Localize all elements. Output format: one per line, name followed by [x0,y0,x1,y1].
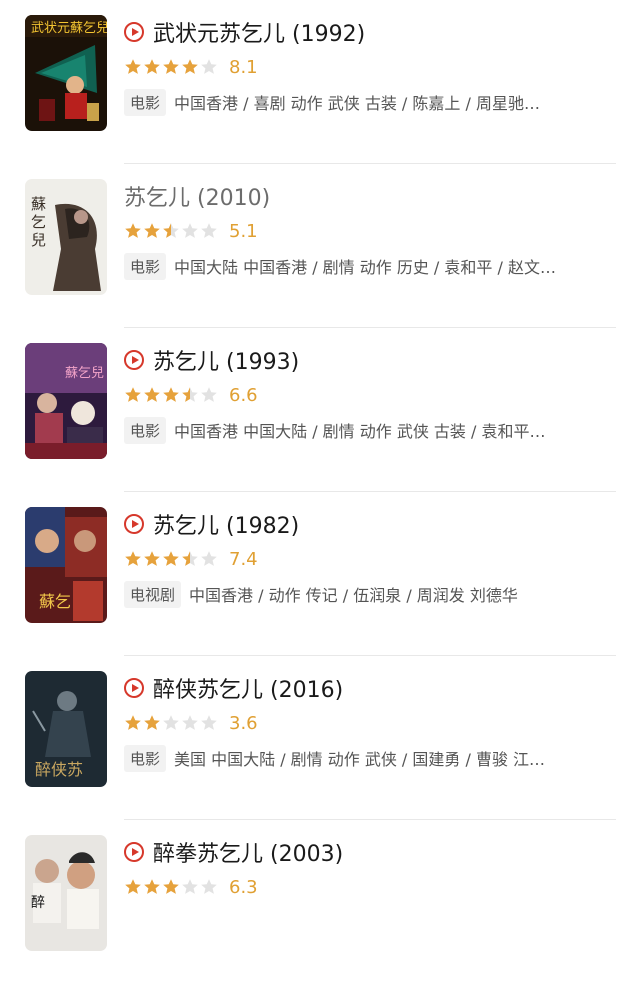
star-icon [124,550,142,568]
star-icon [181,550,199,568]
movie-title[interactable]: 醉拳苏乞儿 (2003) [153,836,343,868]
movie-list-item[interactable]: 蘇 乞 兒 苏乞儿 (2010) 5.1 电影 中国大陆 中国香港 / 剧情 动… [0,164,640,328]
star-icon [124,714,142,732]
star-icon [143,222,161,240]
star-rating [124,58,219,76]
rating-score: 8.1 [229,56,258,78]
star-icon [200,222,218,240]
star-rating [124,714,219,732]
movie-result-list: 武状元蘇乞兒 武状元苏乞儿 (1992) 8.1 电影 中国香港 / 喜剧 动作… [0,0,640,951]
movie-list-item[interactable]: 醉 醉拳苏乞儿 (2003) 6.3 [0,820,640,984]
play-icon[interactable] [124,678,144,698]
star-icon [124,878,142,896]
star-icon [162,222,180,240]
star-icon [162,714,180,732]
rating-score: 3.6 [229,712,258,734]
star-icon [181,878,199,896]
poster-image[interactable]: 醉侠苏 [25,671,107,787]
star-icon [200,878,218,896]
rating-score: 5.1 [229,220,258,242]
rating-score: 7.4 [229,548,258,570]
poster-image[interactable]: 蘇乞兒 [25,343,107,459]
star-icon [162,878,180,896]
star-icon [143,386,161,404]
poster-image[interactable]: 武状元蘇乞兒 [25,15,107,131]
star-rating [124,550,219,568]
star-icon [124,222,142,240]
star-icon [181,222,199,240]
star-icon [143,550,161,568]
poster-image[interactable]: 蘇 乞 兒 [25,179,107,295]
movie-title[interactable]: 武状元苏乞儿 (1992) [153,16,365,48]
star-icon [143,58,161,76]
type-badge: 电视剧 [124,580,182,608]
svg-text:醉: 醉 [31,895,45,911]
movie-title[interactable]: 苏乞儿 (1993) [153,344,299,376]
type-badge: 电影 [124,252,167,280]
movie-meta: 中国香港 / 动作 传记 / 伍润泉 / 周润发 刘德华 [189,586,518,605]
poster-image[interactable]: 醉 [25,835,107,951]
star-icon [162,550,180,568]
star-icon [162,58,180,76]
star-icon [124,58,142,76]
svg-text:醉侠苏: 醉侠苏 [35,760,83,779]
svg-text:乞: 乞 [31,213,46,231]
movie-meta: 中国香港 / 喜剧 动作 武侠 古装 / 陈嘉上 / 周星驰… [174,94,540,113]
svg-text:蘇乞: 蘇乞 [39,592,71,611]
star-icon [124,386,142,404]
movie-title[interactable]: 醉侠苏乞儿 (2016) [153,672,343,704]
svg-text:兒: 兒 [31,231,46,249]
type-badge: 电影 [124,744,167,772]
star-icon [143,714,161,732]
play-icon[interactable] [124,22,144,42]
movie-title[interactable]: 苏乞儿 (1982) [153,508,299,540]
type-badge: 电影 [124,88,167,116]
poster-image[interactable]: 蘇乞 [25,507,107,623]
star-icon [181,714,199,732]
movie-title[interactable]: 苏乞儿 (2010) [124,180,270,212]
rating-score: 6.6 [229,384,258,406]
star-icon [181,58,199,76]
movie-meta: 美国 中国大陆 / 剧情 动作 武侠 / 国建勇 / 曹骏 江… [174,750,546,769]
star-icon [143,878,161,896]
movie-list-item[interactable]: 武状元蘇乞兒 武状元苏乞儿 (1992) 8.1 电影 中国香港 / 喜剧 动作… [0,0,640,164]
play-icon[interactable] [124,350,144,370]
type-badge: 电影 [124,416,167,444]
rating-score: 6.3 [229,876,258,898]
movie-meta: 中国香港 中国大陆 / 剧情 动作 武侠 古装 / 袁和平… [174,422,546,441]
movie-list-item[interactable]: 醉侠苏 醉侠苏乞儿 (2016) 3.6 电影 美国 中国大陆 / 剧情 动作 … [0,656,640,820]
star-icon [200,714,218,732]
star-icon [200,386,218,404]
star-icon [200,550,218,568]
play-icon[interactable] [124,514,144,534]
star-icon [162,386,180,404]
movie-list-item[interactable]: 蘇乞兒 苏乞儿 (1993) 6.6 电影 中国香港 中国大陆 / 剧情 动作 … [0,328,640,492]
movie-meta: 中国大陆 中国香港 / 剧情 动作 历史 / 袁和平 / 赵文… [174,258,556,277]
star-icon [200,58,218,76]
play-icon[interactable] [124,842,144,862]
svg-text:蘇: 蘇 [31,195,46,213]
movie-list-item[interactable]: 蘇乞 苏乞儿 (1982) 7.4 电视剧 中国香港 / 动作 传记 / 伍润泉… [0,492,640,656]
star-rating [124,386,219,404]
svg-text:蘇乞兒: 蘇乞兒 [65,366,104,381]
star-rating [124,878,219,896]
star-icon [181,386,199,404]
star-rating [124,222,219,240]
svg-text:武状元蘇乞兒: 武状元蘇乞兒 [31,21,107,36]
